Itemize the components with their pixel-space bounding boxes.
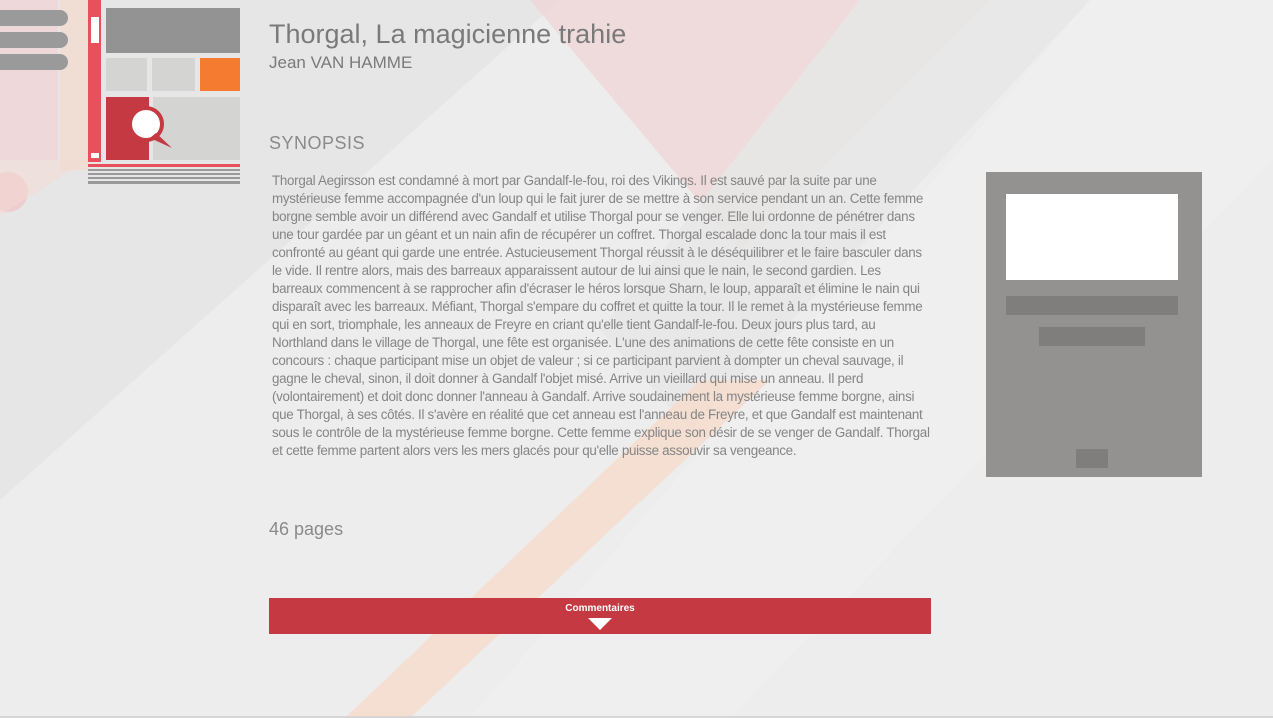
comic-strip-logo-icon[interactable] bbox=[86, 0, 242, 188]
book-cover-placeholder[interactable] bbox=[986, 172, 1202, 477]
cover-button-placeholder[interactable] bbox=[1076, 449, 1108, 468]
triangle-down-icon bbox=[588, 618, 612, 630]
comments-toggle-button[interactable]: Commentaires bbox=[269, 598, 931, 634]
hamburger-menu-icon[interactable] bbox=[0, 10, 70, 72]
cover-text-placeholder bbox=[1006, 296, 1178, 315]
synopsis-heading: SYNOPSIS bbox=[269, 133, 366, 153]
cover-image-placeholder bbox=[1006, 194, 1178, 280]
comments-label: Commentaires bbox=[565, 603, 635, 614]
page-count: 46 pages bbox=[269, 519, 344, 539]
synopsis-text: Thorgal Aegirsson est condamné à mort pa… bbox=[272, 173, 930, 458]
book-title: Thorgal, La magicienne trahie bbox=[269, 19, 627, 49]
cover-subtext-placeholder bbox=[1039, 327, 1145, 346]
book-author[interactable]: Jean VAN HAMME bbox=[269, 53, 412, 73]
